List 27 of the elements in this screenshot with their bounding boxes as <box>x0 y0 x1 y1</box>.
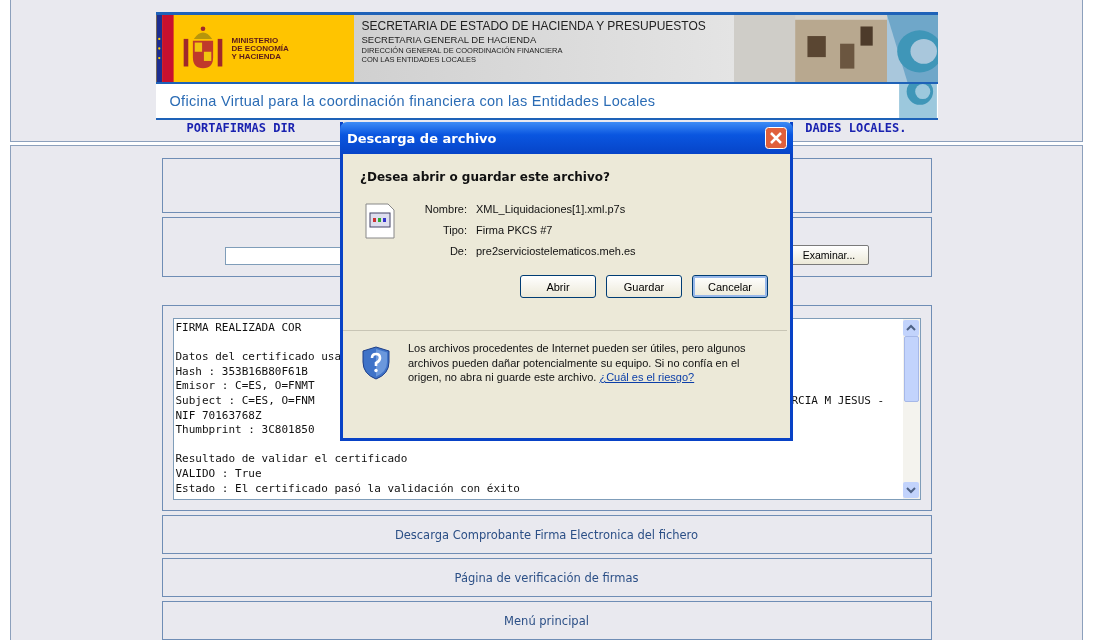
page-title: PORTAFIRMAS DIR <box>186 121 295 135</box>
result-line: Subject : C=ES, O=FNM <box>175 393 315 409</box>
result-line: VALIDO : True <box>175 466 262 482</box>
field-label: Tipo: <box>441 223 467 238</box>
result-line: Estado : El certificado pasó la validación con éxito <box>175 481 520 497</box>
ministry-name: MINISTERIO <box>231 36 279 45</box>
result-line: Hash : 353B16B80F61B <box>175 364 308 380</box>
warning-text: Los archivos procedentes de Internet pueden ser útiles, pero algunos archivos pueden dañar potencialmente su equipo. Si no confía en el origen, no abra ni guarde este archivo. ¿Cuál es el riesgo? <box>408 341 747 385</box>
secretariat-title: SECRETARIA DE ESTADO DE HACIENDA Y PRESUPUESTOS <box>361 19 707 33</box>
result-line: Resultado de validar el certificado <box>175 451 408 467</box>
dialog-title: Descarga de archivo <box>347 130 497 146</box>
ministry-name: Y HACIENDA <box>231 52 283 61</box>
field-value: Firma PKCS #7 <box>476 223 554 238</box>
field-label: De: <box>448 244 467 259</box>
result-line: NIF 70163768Z <box>175 408 262 424</box>
result-line: Thumbprint : 3C801850 <box>175 423 315 438</box>
ministry-name: DE ECONOMÍA <box>231 44 289 53</box>
subsecretariat-title: SECRETARIA GENERAL DE HACIENDA <box>361 33 538 46</box>
page-title: DADES LOCALES. <box>805 121 907 135</box>
result-line: FIRMA REALIZADA COR <box>175 321 302 336</box>
field-label: Nombre: <box>423 202 467 217</box>
field-value: pre2serviciostelematicos.meh.es <box>476 244 636 259</box>
dialog-question: ¿Desea abrir o guardar este archivo? <box>360 170 611 184</box>
tagline: Oficina Virtual para la coordinación financiera con las Entidades Locales <box>168 93 657 109</box>
result-line: Datos del certificado usa <box>175 349 342 365</box>
field-value: XML_Liquidaciones[1].xml.p7s <box>476 202 627 217</box>
result-line: Emisor : C=ES, O=FNMT <box>175 379 315 394</box>
